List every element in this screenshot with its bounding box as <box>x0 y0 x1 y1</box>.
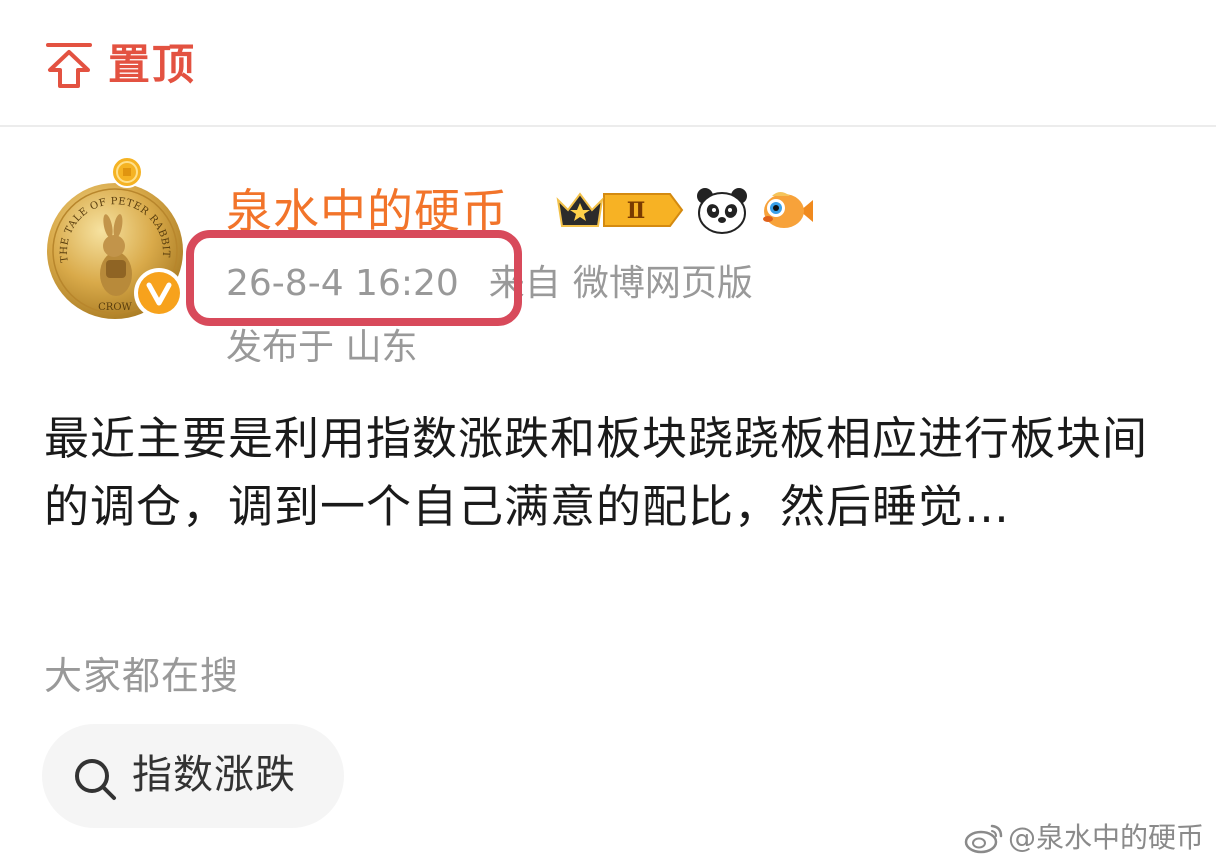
trending-search-chip[interactable]: 指数涨跌 <box>42 724 344 828</box>
pinned-label: 置顶 <box>108 40 197 89</box>
vip-crown-badge-icon[interactable]: Ⅱ <box>552 186 686 234</box>
trending-search-heading: 大家都在搜 <box>44 654 240 698</box>
search-icon <box>75 759 116 800</box>
watermark: @泉水中的硬币 <box>964 818 1204 858</box>
vip-level-text: Ⅱ <box>627 198 646 224</box>
pin-top-icon <box>46 43 92 88</box>
panda-icon[interactable] <box>695 186 749 236</box>
weibo-post-page: 置顶 THE TALE OF PETER RABBIT CROW 泉水中的硬币 … <box>0 0 1216 868</box>
weibo-logo-icon <box>964 824 1003 854</box>
verified-badge-icon <box>134 268 184 318</box>
avatar-bottom-text: CROW <box>98 302 132 313</box>
post-text[interactable]: 最近主要是利用指数涨跌和板块跷跷板相应进行板块间的调仓，调到一个自己满意的配比，… <box>44 405 1184 541</box>
coin-icon <box>111 156 143 188</box>
pinned-header: 置顶 <box>0 0 1216 127</box>
post-source: 微博网页版 <box>572 263 753 304</box>
watermark-text: @泉水中的硬币 <box>1007 821 1204 854</box>
time-highlight-box <box>186 230 522 326</box>
trending-search-chip-label: 指数涨跌 <box>132 752 296 798</box>
post-location-text: 发布于 山东 <box>226 327 418 362</box>
fish-icon[interactable] <box>760 186 814 236</box>
